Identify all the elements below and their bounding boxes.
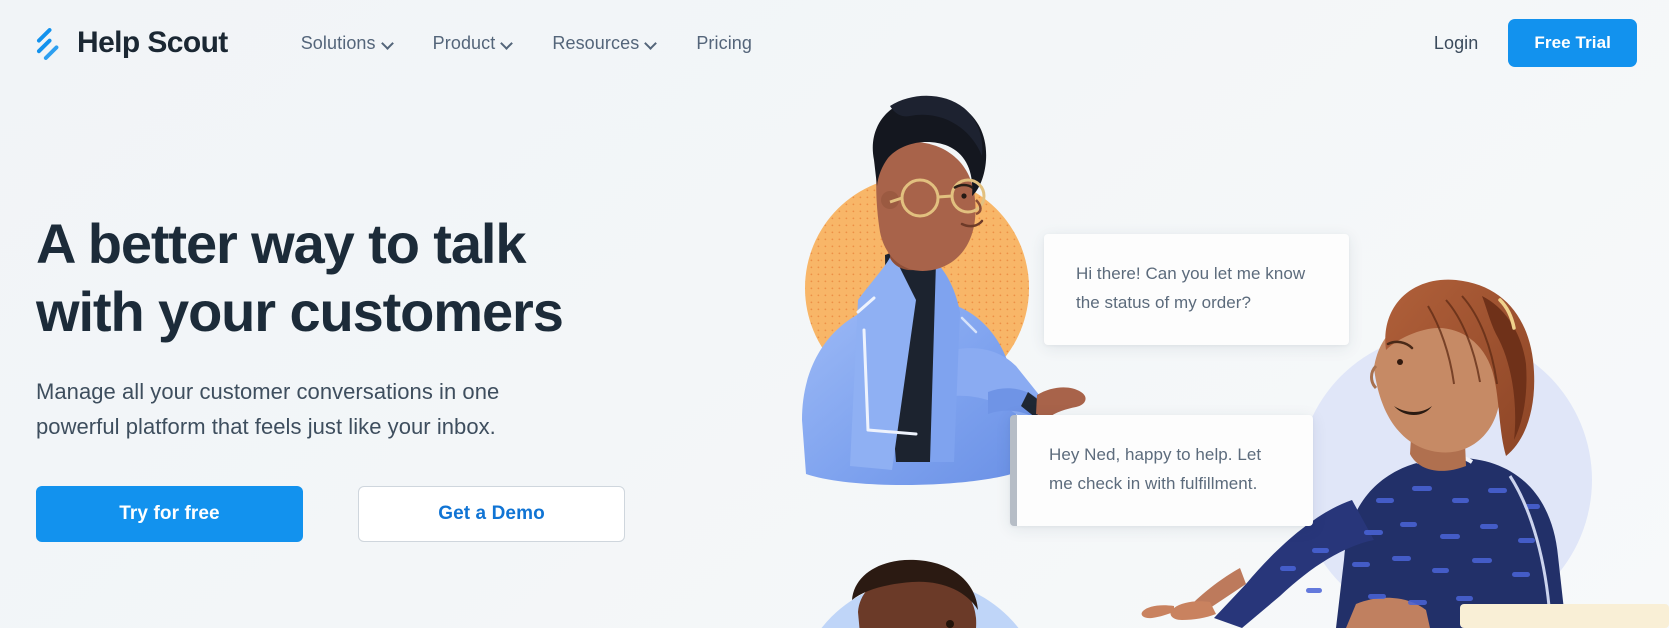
page-title: A better way to talk with your customers [36, 210, 676, 346]
helpscout-logo[interactable]: Help Scout [34, 26, 228, 60]
try-for-free-button[interactable]: Try for free [36, 485, 303, 542]
customer-message-text: Hi there! Can you let me know the status… [1076, 264, 1306, 312]
nav-item-product[interactable]: Product [413, 23, 533, 64]
chevron-down-icon [502, 39, 512, 49]
third-person-bottom-figure [821, 559, 1019, 628]
chevron-down-icon [383, 39, 393, 49]
chevron-down-icon [646, 39, 656, 49]
nav-item-resources-label: Resources [552, 32, 640, 53]
helpscout-wordmark: Help Scout [77, 26, 228, 59]
nav-item-solutions-label: Solutions [300, 32, 376, 53]
nav-item-product-label: Product [432, 32, 496, 53]
login-link[interactable]: Login [1434, 33, 1479, 54]
cream-panel [1460, 604, 1669, 628]
headline-line-2: with your customers [36, 279, 564, 343]
top-navigation-bar: Help Scout Solutions Product Resources P… [0, 0, 1669, 86]
get-a-demo-button[interactable]: Get a Demo [358, 485, 625, 542]
hero-content: A better way to talk with your customers… [36, 210, 676, 542]
nav-item-pricing[interactable]: Pricing [676, 23, 772, 64]
subhead-line-2: powerful platform that feels just like y… [36, 414, 496, 440]
hero-subheading: Manage all your customer conversations i… [36, 374, 596, 445]
headline-line-1: A better way to talk [36, 212, 526, 275]
nav-actions: Login Free Trial [1434, 19, 1637, 67]
nav-item-resources[interactable]: Resources [532, 23, 676, 64]
hero-cta-row: Try for free Get a Demo [36, 485, 676, 542]
nav-item-pricing-label: Pricing [696, 32, 753, 53]
subhead-line-1: Manage all your customer conversations i… [36, 378, 500, 404]
agent-message-text: Hey Ned, happy to help. Let me check in … [1049, 445, 1262, 493]
agent-message-bubble: Hey Ned, happy to help. Let me check in … [1010, 415, 1313, 527]
customer-message-bubble: Hi there! Can you let me know the status… [1044, 234, 1349, 346]
nav-item-solutions[interactable]: Solutions [281, 23, 413, 64]
free-trial-button[interactable]: Free Trial [1508, 19, 1637, 67]
helpscout-slashes-logo-icon [34, 26, 68, 60]
primary-nav-links: Solutions Product Resources Pricing [281, 23, 772, 64]
